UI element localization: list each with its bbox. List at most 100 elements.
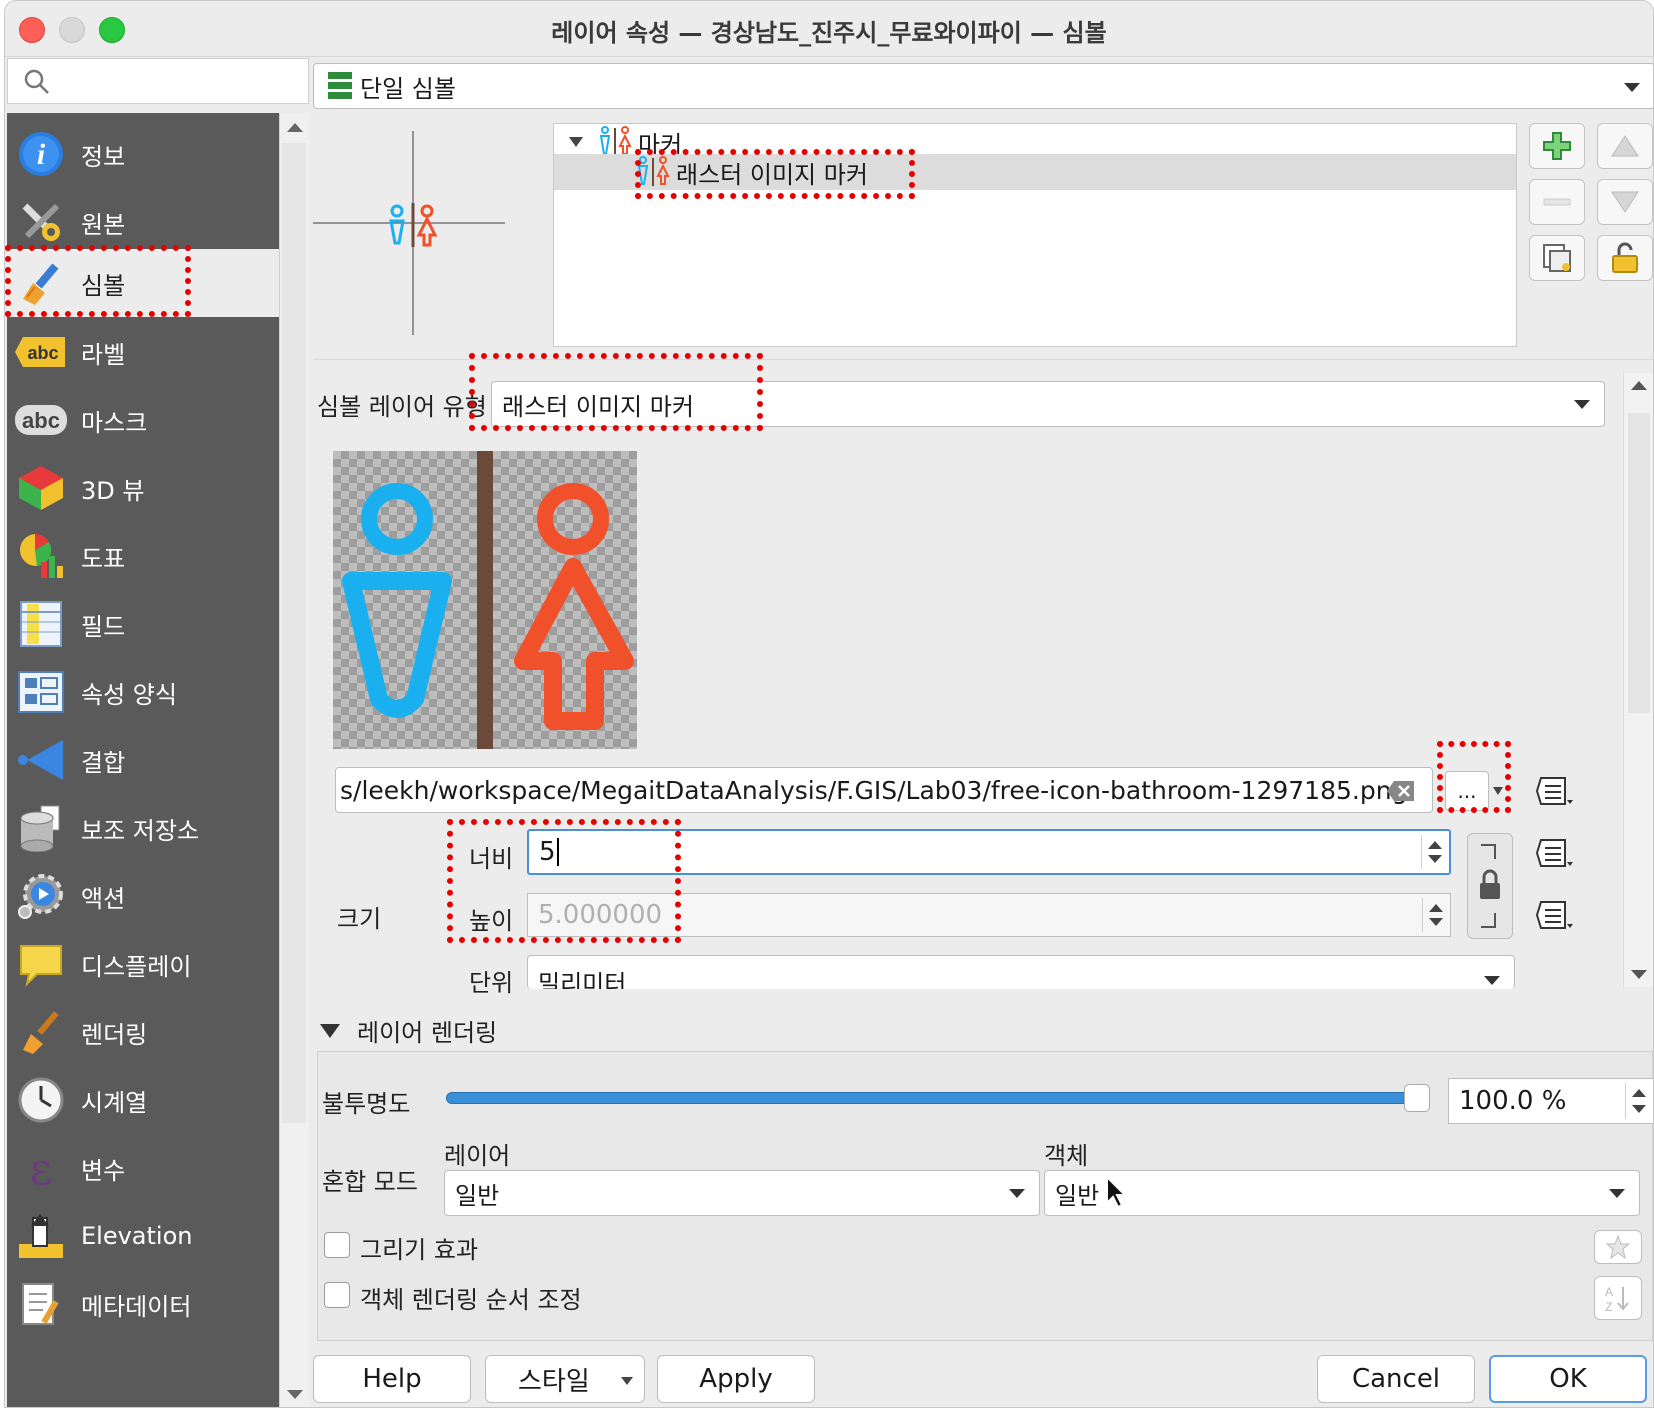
symbol-layer-scroll-thumb[interactable] <box>1628 413 1650 713</box>
width-stepper-arrows[interactable] <box>1421 835 1447 869</box>
move-down-button[interactable] <box>1597 179 1653 225</box>
plus-icon <box>1543 132 1571 160</box>
sidebar-item-label: 필드 <box>81 612 126 641</box>
sidebar-item-temporal[interactable]: 시계열 <box>7 1065 279 1135</box>
width-spinbox[interactable]: 5 <box>527 829 1451 875</box>
symbol-layer-type-combo[interactable]: 래스터 이미지 마커 <box>491 381 1605 427</box>
layer-rendering-header[interactable]: 레이어 렌더링 <box>357 1013 497 1048</box>
scroll-up-arrow-icon[interactable] <box>286 121 304 133</box>
arrow-down-icon <box>1611 191 1639 213</box>
minus-icon <box>1543 198 1571 206</box>
sidebar-item-rendering[interactable]: 렌더링 <box>7 997 279 1067</box>
sidebar-item-label: 원본 <box>81 210 126 239</box>
sidebar-scroll-thumb[interactable] <box>282 143 306 1123</box>
symbol-layers-tree[interactable]: 마커 래스터 이미지 마커 <box>553 123 1517 347</box>
sidebar-item-attributes-form[interactable]: 속성 양식 <box>7 657 279 727</box>
browse-file-button[interactable]: ... <box>1445 771 1489 811</box>
lock-aspect-ratio-button[interactable] <box>1467 833 1513 939</box>
blend-layer-value: 일반 <box>455 1181 500 1210</box>
renderer-type-combo[interactable]: 단일 심볼 <box>313 63 1653 109</box>
sidebar-scrollbar[interactable] <box>279 113 309 1407</box>
ok-button[interactable]: OK <box>1489 1355 1647 1403</box>
sidebar-item-label: 액션 <box>81 884 126 913</box>
sidebar-item-diagrams[interactable]: 도표 <box>7 521 279 591</box>
feature-order-button[interactable]: AZ <box>1594 1276 1642 1320</box>
feature-order-label: 객체 렌더링 순서 조정 <box>360 1286 582 1314</box>
epsilon-icon: ε <box>15 1142 67 1194</box>
mask-abc-icon: abc <box>15 394 67 446</box>
opacity-spinbox[interactable]: 100.0 % <box>1448 1078 1653 1124</box>
clear-field-icon[interactable] <box>1386 780 1416 802</box>
opacity-slider-handle[interactable] <box>1404 1084 1430 1112</box>
sidebar-search-input[interactable] <box>7 58 309 104</box>
sidebar-item-label: 결합 <box>81 748 126 777</box>
sidebar-item-source[interactable]: 원본 <box>7 187 279 257</box>
tree-item-raster-image-marker[interactable]: 래스터 이미지 마커 <box>554 154 1516 190</box>
sidebar-item-actions[interactable]: 액션 <box>7 861 279 931</box>
data-defined-override-width-button[interactable] <box>1531 831 1579 875</box>
sidebar-item-masks[interactable]: abc 마스크 <box>7 385 279 455</box>
tree-item-raster-label: 래스터 이미지 마커 <box>676 160 868 189</box>
sidebar-item-3d-view[interactable]: 3D 뷰 <box>7 453 279 523</box>
blend-layer-combo[interactable]: 일반 <box>444 1170 1040 1216</box>
svg-text:abc: abc <box>27 343 58 363</box>
add-symbol-layer-button[interactable] <box>1529 123 1585 169</box>
opacity-stepper-arrows[interactable] <box>1625 1083 1651 1119</box>
sidebar-item-auxiliary-storage[interactable]: 보조 저장소 <box>7 793 279 863</box>
sidebar-item-elevation[interactable]: Elevation <box>7 1201 279 1271</box>
sidebar-item-joins[interactable]: 결합 <box>7 725 279 795</box>
svg-text:A: A <box>1605 1285 1613 1299</box>
symbol-layer-scrollbar[interactable] <box>1623 373 1653 987</box>
unit-combo[interactable]: 밀리미터 <box>527 955 1515 989</box>
scroll-down-arrow-icon[interactable] <box>286 1389 304 1401</box>
feature-order-checkbox[interactable] <box>324 1282 350 1308</box>
sidebar-item-metadata[interactable]: 메타데이터 <box>7 1269 279 1339</box>
scroll-up-arrow-icon[interactable] <box>1630 379 1648 391</box>
image-file-path-value: s/leekh/workspace/MegaitDataAnalysis/F.G… <box>340 775 1408 805</box>
data-defined-override-height-button[interactable] <box>1531 893 1579 937</box>
apply-button[interactable]: Apply <box>657 1355 815 1403</box>
collapse-triangle-icon[interactable] <box>319 1023 341 1039</box>
sidebar-item-variables[interactable]: ε 변수 <box>7 1133 279 1203</box>
blend-mode-label: 혼합 모드 <box>322 1168 418 1196</box>
sidebar-item-label: 시계열 <box>81 1088 148 1117</box>
cancel-button[interactable]: Cancel <box>1317 1355 1475 1403</box>
sidebar-item-fields[interactable]: 필드 <box>7 589 279 659</box>
mouse-pointer-icon <box>1106 1175 1128 1209</box>
sidebar-item-display[interactable]: 디스플레이 <box>7 929 279 999</box>
height-spinbox[interactable]: 5.000000 <box>527 893 1451 937</box>
height-stepper-arrows[interactable] <box>1422 898 1448 932</box>
sidebar-item-symbology[interactable]: 심볼 <box>7 249 279 317</box>
duplicate-symbol-layer-button[interactable] <box>1529 235 1585 281</box>
lock-layer-button[interactable] <box>1597 235 1653 281</box>
title-bar: 레이어 속성 — 경상남도_진주시_무료와이파이 — 심볼 <box>5 1 1653 57</box>
sidebar-item-info[interactable]: i 정보 <box>7 119 279 189</box>
data-defined-override-path-button[interactable] <box>1531 769 1579 813</box>
height-label: 높이 <box>469 907 514 935</box>
browse-file-label: ... <box>1457 779 1477 803</box>
size-label: 크기 <box>337 905 382 933</box>
opacity-slider[interactable] <box>446 1084 1430 1112</box>
opacity-label: 불투명도 <box>322 1090 411 1118</box>
move-up-button[interactable] <box>1597 123 1653 169</box>
blend-feature-combo[interactable]: 일반 <box>1044 1170 1640 1216</box>
ok-button-label: OK <box>1549 1364 1587 1394</box>
draw-effects-customize-button[interactable] <box>1594 1230 1642 1264</box>
sidebar-item-label: 마스크 <box>81 408 148 437</box>
sidebar-item-labels[interactable]: abc 라벨 <box>7 317 279 387</box>
expand-triangle-icon[interactable] <box>568 136 584 148</box>
remove-symbol-layer-button[interactable] <box>1529 179 1585 225</box>
draw-effects-checkbox[interactable] <box>324 1232 350 1258</box>
help-button[interactable]: Help <box>313 1355 471 1403</box>
window-title: 레이어 속성 — 경상남도_진주시_무료와이파이 — 심볼 <box>551 19 1107 47</box>
style-button[interactable]: 스타일 <box>485 1355 645 1403</box>
scroll-down-arrow-icon[interactable] <box>1630 969 1648 981</box>
restroom-preview-icon <box>389 203 438 247</box>
sidebar-item-label: 정보 <box>81 142 126 171</box>
metadata-icon <box>15 1278 67 1330</box>
chevron-down-icon <box>1574 400 1590 409</box>
browse-dropdown-arrow-icon[interactable] <box>1491 779 1505 801</box>
cancel-button-label: Cancel <box>1351 1364 1441 1394</box>
image-file-path-input[interactable]: s/leekh/workspace/MegaitDataAnalysis/F.G… <box>335 767 1433 813</box>
divider <box>313 359 1653 360</box>
